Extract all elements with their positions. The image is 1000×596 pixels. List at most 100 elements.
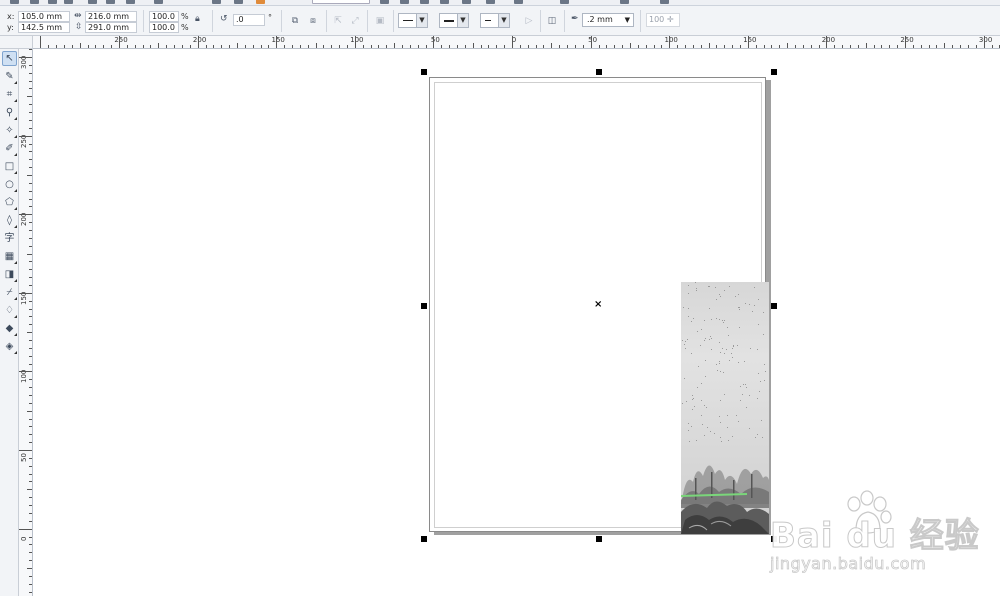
width-field[interactable]: 216.0 mm <box>85 11 137 22</box>
new-doc-icon[interactable] <box>10 0 19 4</box>
resize-button[interactable]: ⤢ <box>348 14 362 28</box>
eyedropper-tool[interactable]: ⌿ <box>2 285 17 300</box>
break-apart-button[interactable]: ⇱ <box>331 14 345 28</box>
paper-texture-speck <box>722 348 724 350</box>
selection-handle-left[interactable] <box>421 303 427 309</box>
zoom-tool[interactable]: ⚲ <box>2 105 17 120</box>
x-position-field[interactable]: 105.0 mm <box>18 11 70 22</box>
wrap-text-button[interactable]: ▣ <box>373 14 387 28</box>
selection-handle-right[interactable] <box>771 303 777 309</box>
ruler-tick <box>857 45 859 48</box>
mirror-horizontal-button[interactable]: ⧉ <box>288 14 302 28</box>
ruler-tick <box>952 45 954 48</box>
ruler-tick <box>158 43 160 48</box>
close-curve-button[interactable]: ▷ <box>522 14 536 28</box>
interactive-fill-tool[interactable]: ◈ <box>2 339 17 354</box>
paper-texture-speck <box>749 395 750 397</box>
landscape-image-strip[interactable] <box>681 282 769 534</box>
paper-texture-speck <box>705 407 707 408</box>
height-field[interactable]: 291.0 mm <box>85 22 137 33</box>
basic-shapes-tool[interactable]: ◊ <box>2 213 17 228</box>
paper-texture-speck <box>739 309 741 310</box>
text-tool[interactable]: 字 <box>2 231 17 246</box>
ruler-tick <box>362 45 364 48</box>
zoom-in-icon[interactable] <box>400 0 409 4</box>
launch-icon[interactable] <box>560 0 569 4</box>
interactive-tool[interactable]: ◨ <box>2 267 17 282</box>
ruler-origin[interactable] <box>0 36 33 49</box>
ruler-tick <box>708 43 710 48</box>
crop-tool[interactable]: ⌗ <box>2 87 17 102</box>
save-icon[interactable] <box>48 0 57 4</box>
paper-texture-speck <box>691 408 693 410</box>
zoom-icon[interactable] <box>380 0 389 4</box>
freehand-tool[interactable]: ✧ <box>2 123 17 138</box>
rotation-field[interactable]: .0 <box>233 14 265 26</box>
line-style-dropdown[interactable]: ▼ <box>439 13 469 28</box>
zoom-level-field[interactable] <box>312 0 370 4</box>
zoom-out-icon[interactable] <box>420 0 429 4</box>
paste-icon[interactable] <box>126 0 135 4</box>
outline-tool[interactable]: ♢ <box>2 303 17 318</box>
ruler-tick <box>504 45 506 48</box>
options-icon[interactable] <box>620 0 629 4</box>
snap-to-icon[interactable] <box>514 0 523 4</box>
align-icon[interactable] <box>660 0 669 4</box>
shape-tool[interactable]: ✎ <box>2 69 17 84</box>
paper-texture-speck <box>718 294 720 296</box>
cut-icon[interactable] <box>88 0 97 4</box>
zoom-page-icon[interactable] <box>440 0 449 4</box>
copy-icon[interactable] <box>106 0 115 4</box>
polygon-tool[interactable]: ⬠ <box>2 195 17 210</box>
pick-tool[interactable]: ↖ <box>2 51 17 66</box>
zoom-width-icon[interactable] <box>462 0 471 4</box>
undo-icon[interactable] <box>154 0 163 4</box>
separator <box>393 10 394 32</box>
end-arrow-dropdown[interactable]: ▼ <box>480 13 510 28</box>
smart-fill-tool[interactable]: ✐ <box>2 141 17 156</box>
export-icon[interactable] <box>234 0 243 4</box>
ruler-tick <box>543 45 545 48</box>
flyout-indicator-icon <box>14 279 17 282</box>
print-icon[interactable] <box>64 0 73 4</box>
paper-texture-speck <box>744 303 746 305</box>
y-position-field[interactable]: 142.5 mm <box>18 22 70 33</box>
vertical-ruler[interactable]: 300 250 200 150 100 50 0 <box>19 49 33 596</box>
lock-ratio-icon[interactable]: 🔒︎ <box>195 14 200 24</box>
horizontal-ruler[interactable]: 25020015010050050100150200250300350 <box>33 36 1000 49</box>
paper-texture-speck <box>763 334 765 335</box>
paper-texture-speck <box>728 285 730 287</box>
fill-tool[interactable]: ◆ <box>2 321 17 336</box>
selection-handle-top[interactable] <box>596 69 602 75</box>
open-icon[interactable] <box>30 0 39 4</box>
zoom-height-icon[interactable] <box>486 0 495 4</box>
selection-handle-top-right[interactable] <box>771 69 777 75</box>
ruler-tick <box>19 528 32 530</box>
start-arrow-dropdown[interactable]: ▼ <box>398 13 428 28</box>
scale-y-field[interactable]: 100.0 <box>149 22 179 33</box>
to-front-button[interactable]: ◫ <box>545 14 559 28</box>
rotation-center-icon[interactable]: × <box>594 300 602 310</box>
freehand-icon: ✧ <box>5 125 14 136</box>
selection-handle-bottom-left[interactable] <box>421 536 427 542</box>
app-launcher-icon[interactable] <box>256 0 265 4</box>
ruler-tick <box>27 567 32 569</box>
mirror-vertical-button[interactable]: ⧈ <box>306 14 320 28</box>
import-icon[interactable] <box>212 0 221 4</box>
paper-texture-speck <box>688 315 690 317</box>
ruler-tick <box>834 45 836 48</box>
scale-x-field[interactable]: 100.0 <box>149 11 179 22</box>
ruler-tick <box>29 127 32 129</box>
ruler-tick <box>126 45 128 48</box>
mirror-value-field[interactable]: 100 ✛ <box>646 13 680 27</box>
ruler-tick <box>27 96 32 98</box>
ruler-tick <box>29 473 32 475</box>
table-tool[interactable]: ▦ <box>2 249 17 264</box>
selection-handle-top-left[interactable] <box>421 69 427 75</box>
ellipse-tool[interactable]: ○ <box>2 177 17 192</box>
selection-handle-bottom[interactable] <box>596 536 602 542</box>
paper-texture-speck <box>681 403 683 404</box>
outline-width-dropdown[interactable]: .2 mm ▼ <box>582 13 634 27</box>
rectangle-tool[interactable]: □ <box>2 159 17 174</box>
ruler-tick <box>56 45 58 48</box>
